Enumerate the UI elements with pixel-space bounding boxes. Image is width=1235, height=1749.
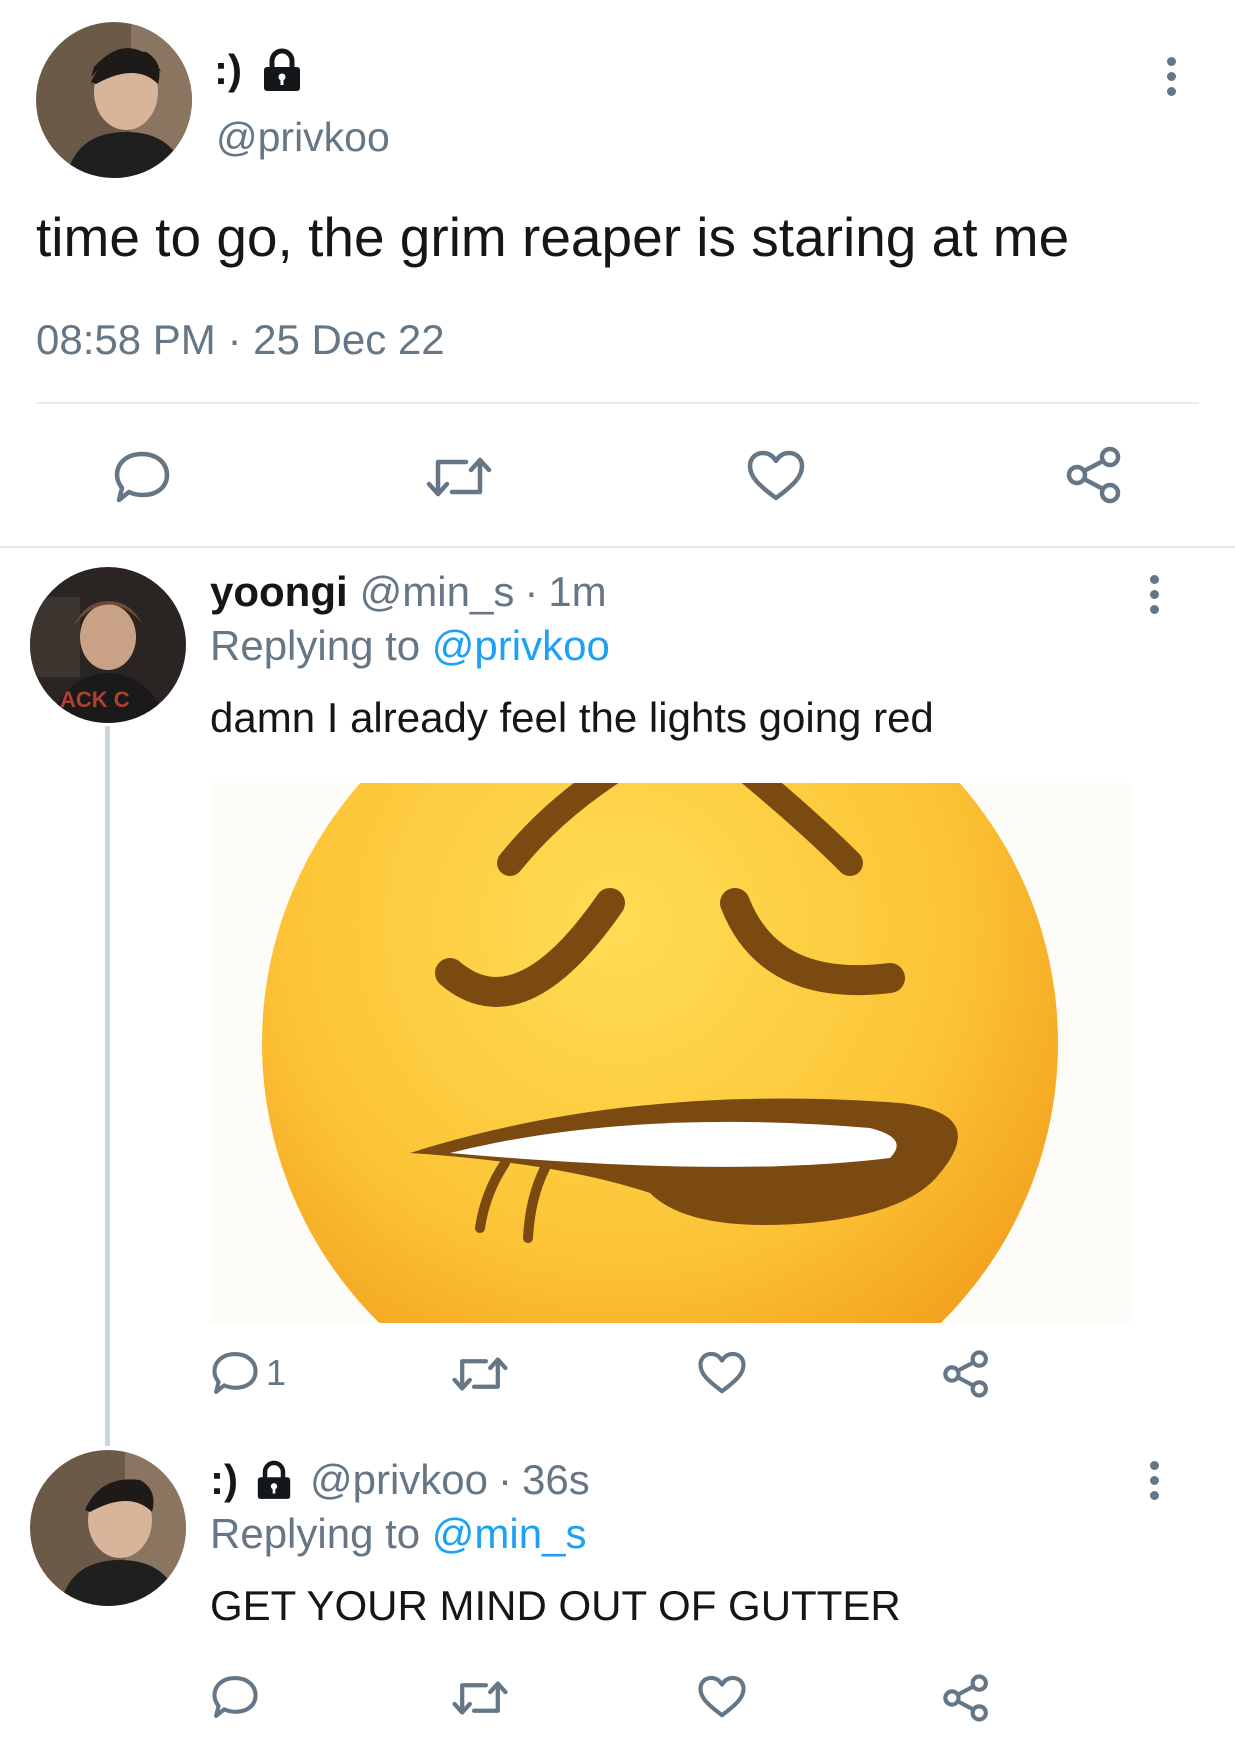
reply-button[interactable]: [114, 450, 170, 504]
tweet-date: 25 Dec 22: [253, 316, 445, 363]
author-handle[interactable]: @privkoo: [310, 1456, 488, 1504]
replying-handle-link[interactable]: @privkoo: [432, 622, 610, 669]
svg-text:ACK C: ACK C: [60, 687, 130, 712]
lock-icon: [262, 48, 302, 92]
like-icon: [698, 1351, 746, 1394]
display-name[interactable]: yoongi: [210, 568, 348, 616]
tweet-time: 08:58 PM: [36, 316, 216, 363]
avatar-min-s[interactable]: ACK C: [30, 567, 186, 723]
reply-button[interactable]: [212, 1674, 258, 1720]
replying-prefix: Replying to: [210, 1510, 421, 1557]
like-icon: [747, 450, 805, 501]
reply-icon: [212, 1676, 258, 1718]
like-icon: [698, 1675, 746, 1718]
replying-to: Replying to @privkoo: [210, 622, 610, 670]
author-handle[interactable]: @privkoo: [216, 114, 390, 161]
share-button[interactable]: [1065, 446, 1123, 504]
retweet-icon: [452, 1681, 508, 1715]
reply1-author-row: yoongi @min_s · 1m: [210, 566, 607, 618]
more-vertical-icon[interactable]: [1148, 1461, 1160, 1506]
more-vertical-icon[interactable]: [1165, 57, 1177, 102]
retweet-icon: [426, 457, 492, 497]
author-handle[interactable]: @min_s: [360, 568, 515, 616]
replying-handle-link[interactable]: @min_s: [432, 1510, 587, 1557]
divider: [36, 402, 1199, 404]
tweet-media-image[interactable]: [210, 783, 1130, 1323]
avatar-privkoo[interactable]: [30, 1450, 186, 1606]
retweet-button[interactable]: [452, 1678, 508, 1718]
retweet-button[interactable]: [426, 454, 492, 500]
avatar-privkoo[interactable]: [36, 22, 192, 178]
share-button[interactable]: [942, 1674, 990, 1722]
retweet-button[interactable]: [452, 1354, 508, 1394]
like-button[interactable]: [698, 1351, 746, 1395]
replying-to: Replying to @min_s: [210, 1510, 586, 1558]
thread-line: [105, 726, 110, 1446]
like-button[interactable]: [747, 450, 805, 502]
replying-prefix: Replying to: [210, 622, 421, 669]
reply-text: damn I already feel the lights going red: [210, 694, 934, 741]
display-name[interactable]: :): [210, 1456, 238, 1504]
share-button[interactable]: [942, 1350, 990, 1398]
tweet-text: time to go, the grim reaper is staring a…: [36, 206, 1070, 268]
main-author-row: :): [214, 44, 302, 96]
reply2-author-row: :) @privkoo · 36s: [210, 1454, 590, 1506]
reply-icon: [212, 1352, 258, 1394]
reply-count: 1: [266, 1352, 287, 1393]
tweet-age: 36s: [522, 1456, 590, 1503]
dot-separator: ·: [498, 1456, 513, 1503]
share-icon: [1066, 446, 1121, 504]
reply-icon: [114, 451, 170, 503]
like-button[interactable]: [698, 1675, 746, 1719]
dot-separator: ·: [524, 568, 539, 615]
reply-button[interactable]: 1: [212, 1350, 286, 1396]
timestamp-separator: ·: [227, 316, 242, 363]
lock-icon: [256, 1460, 292, 1500]
tweet-timestamp: 08:58 PM · 25 Dec 22: [36, 316, 445, 364]
tweet-age: 1m: [548, 568, 607, 615]
more-vertical-icon[interactable]: [1148, 575, 1160, 620]
share-icon: [943, 1350, 988, 1398]
share-icon: [943, 1674, 988, 1722]
retweet-icon: [452, 1357, 508, 1391]
section-separator: [0, 546, 1235, 548]
display-name: :): [214, 46, 242, 93]
reply-text: GET YOUR MIND OUT OF GUTTER: [210, 1582, 901, 1629]
